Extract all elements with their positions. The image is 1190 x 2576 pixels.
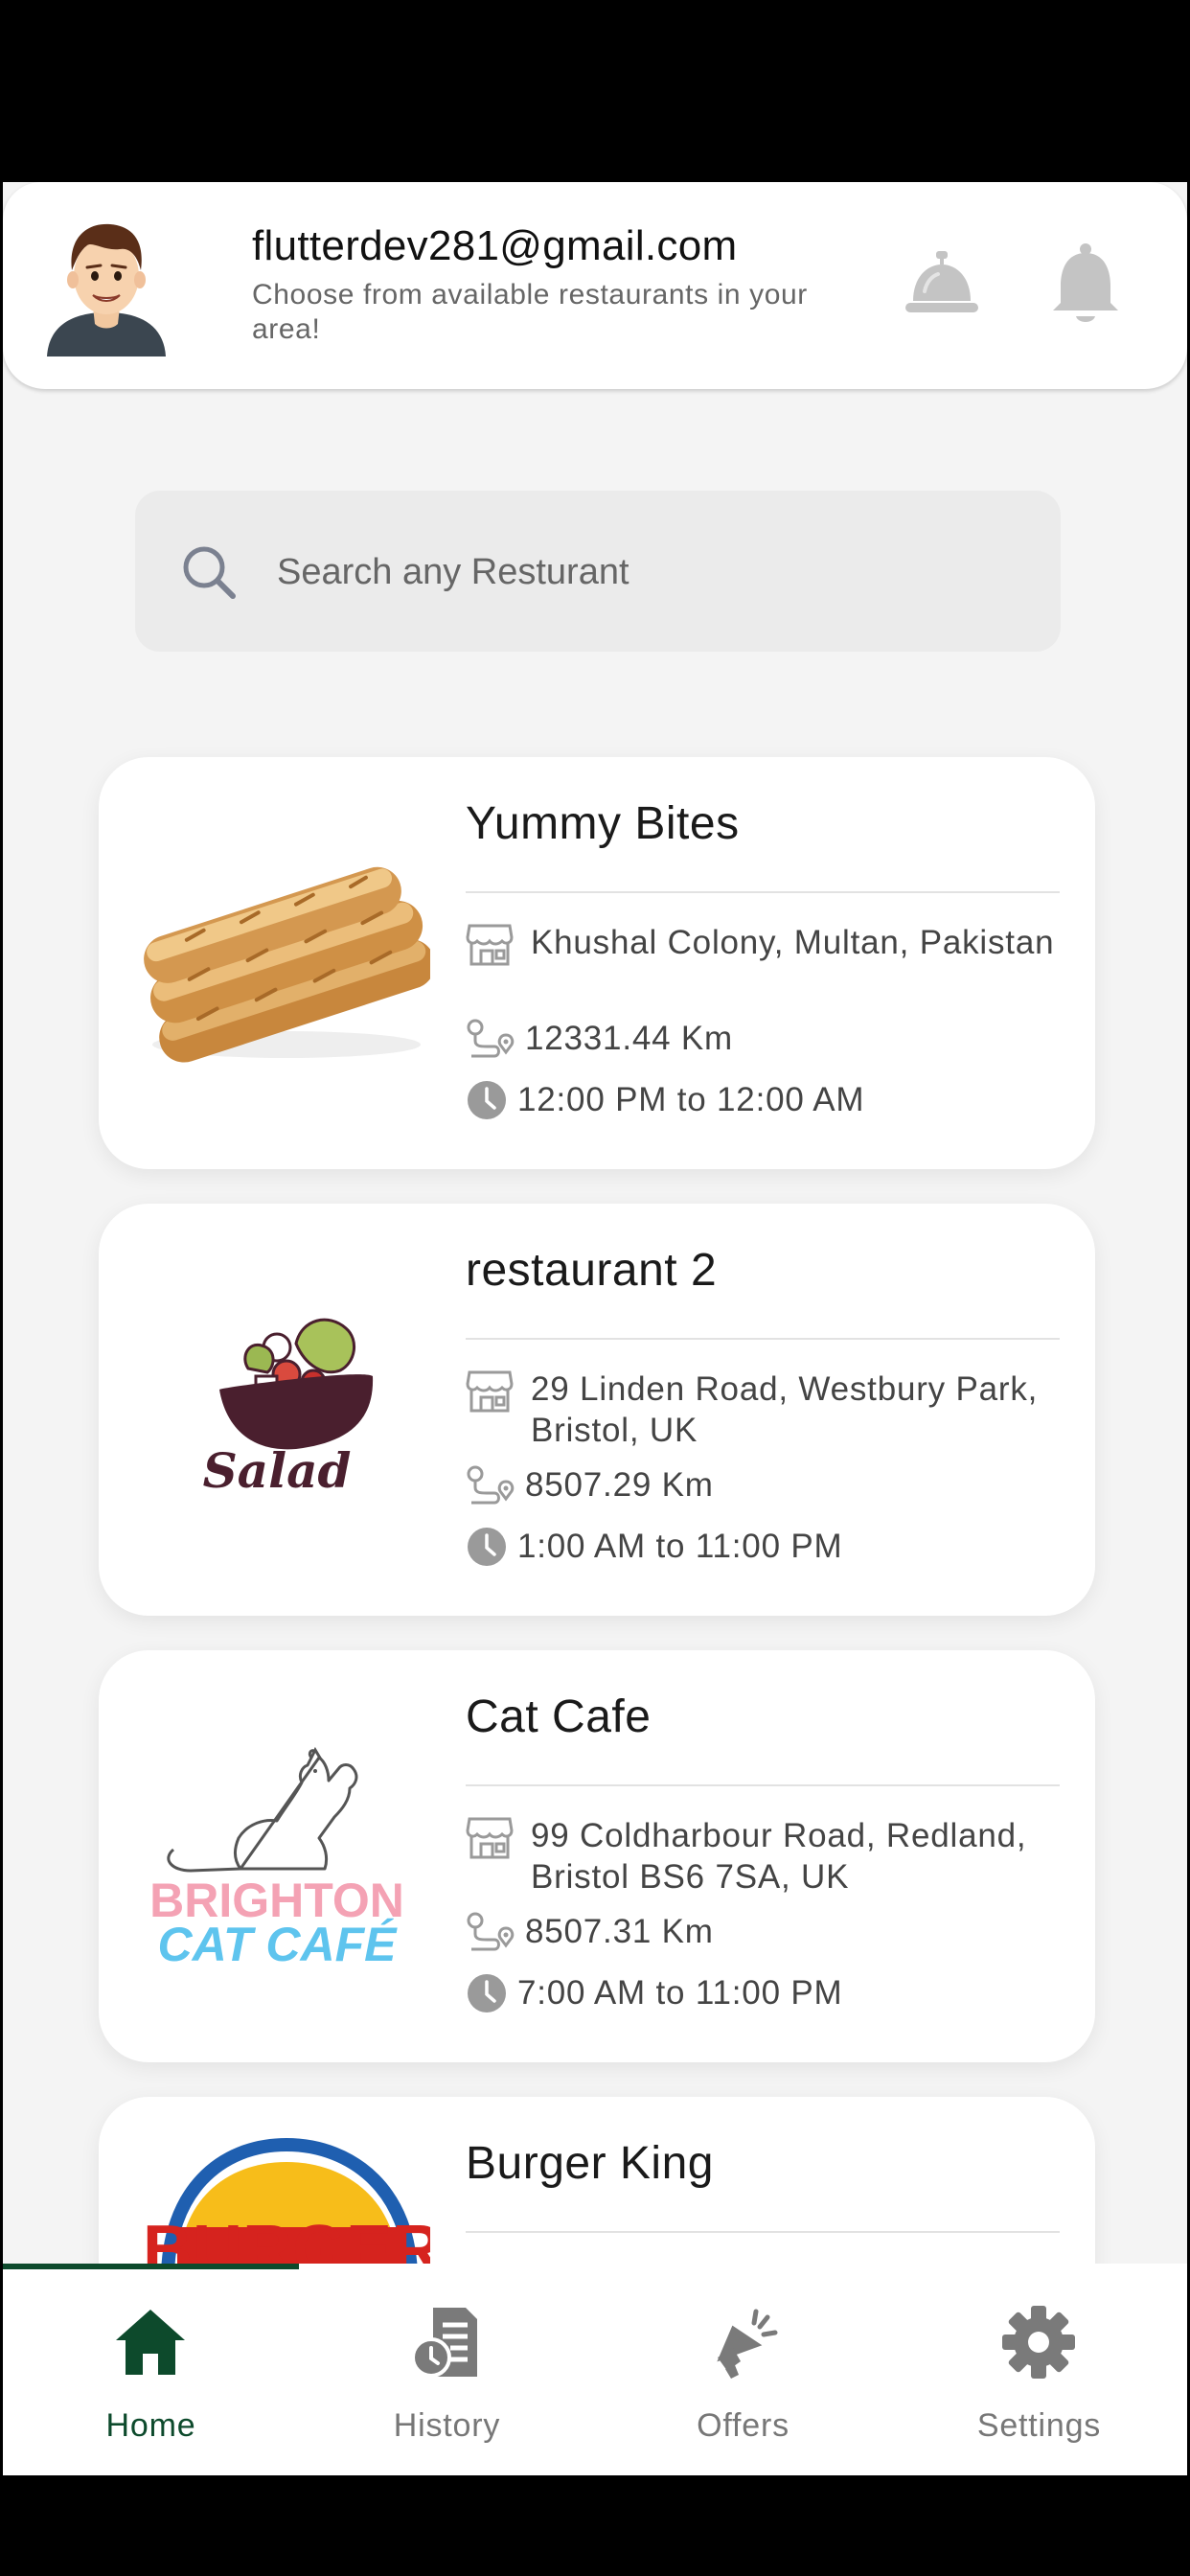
- header-subtitle: Choose from available restaurants in you…: [252, 279, 808, 345]
- restaurant-hours: 7:00 AM to 11:00 PM: [517, 1974, 843, 2012]
- address-row: 29 Linden Road, Westbury Park, Bristol, …: [466, 1368, 1087, 1451]
- restaurant-distance: 12331.44 Km: [525, 1020, 734, 1057]
- restaurant-distance: 8507.29 Km: [525, 1466, 714, 1504]
- store-icon: [466, 924, 514, 966]
- restaurant-name: Cat Cafe: [466, 1691, 652, 1742]
- nav-settings[interactable]: Settings: [891, 2264, 1187, 2475]
- search-icon: [183, 546, 236, 599]
- route-icon: [467, 1912, 515, 1951]
- device-frame: flutterdev281@gmail.com Choose from avai…: [3, 0, 1187, 2576]
- restaurant-image-baguettes: [144, 866, 430, 1063]
- hours-row: 12:00 PM to 12:00 AM: [466, 1079, 864, 1121]
- restaurant-name: restaurant 2: [466, 1245, 718, 1296]
- nav-history-label: History: [393, 2407, 501, 2444]
- settings-icon: [1002, 2306, 1075, 2379]
- address-row: 99 Coldharbour Road, Redland, Bristol BS…: [466, 1815, 1087, 1898]
- route-icon: [467, 1465, 515, 1505]
- home-icon: [116, 2310, 185, 2375]
- card-divider: [466, 1784, 1060, 1786]
- history-icon: [411, 2308, 477, 2378]
- notification-bell-icon[interactable]: [1047, 242, 1124, 328]
- restaurant-distance: 8507.31 Km: [525, 1913, 714, 1950]
- store-icon: [466, 1817, 514, 1859]
- clock-icon: [468, 1528, 506, 1566]
- restaurant-hours: 12:00 PM to 12:00 AM: [517, 1081, 865, 1118]
- route-icon: [467, 1019, 515, 1058]
- restaurant-card[interactable]: Salad restaurant 2 29 Linden Road, Westb…: [99, 1204, 1095, 1616]
- restaurant-image-salad-logo: Salad: [203, 1318, 374, 1499]
- card-divider: [466, 1338, 1060, 1340]
- restaurant-image-cat-cafe-logo: BRIGHTON CAT CAFÉ: [149, 1746, 404, 1966]
- user-email: flutterdev281@gmail.com: [252, 222, 738, 269]
- restaurant-name: Yummy Bites: [466, 798, 740, 849]
- nav-home-label: Home: [105, 2407, 196, 2444]
- clock-icon: [468, 1974, 506, 2012]
- nav-offers[interactable]: Offers: [595, 2264, 891, 2475]
- restaurant-address: 29 Linden Road, Westbury Park, Bristol, …: [531, 1370, 1039, 1449]
- nav-settings-label: Settings: [976, 2407, 1102, 2444]
- offers-icon: [717, 2309, 778, 2379]
- distance-row: 8507.31 Km: [466, 1911, 714, 1955]
- nav-home[interactable]: Home: [3, 2264, 299, 2475]
- cat-cafe-logo-line2: CAT CAFÉ: [157, 1918, 398, 1966]
- card-divider: [466, 891, 1060, 893]
- distance-row: 12331.44 Km: [466, 1018, 733, 1062]
- salad-logo-text: Salad: [203, 1442, 352, 1499]
- restaurant-address: 99 Coldharbour Road, Redland, Bristol BS…: [531, 1817, 1027, 1896]
- store-icon: [466, 1370, 514, 1413]
- app-screen: flutterdev281@gmail.com Choose from avai…: [3, 182, 1187, 2475]
- restaurant-address: Khushal Colony, Multan, Pakistan: [531, 924, 1055, 961]
- distance-row: 8507.29 Km: [466, 1464, 714, 1508]
- restaurant-card[interactable]: BRIGHTON CAT CAFÉ Cat Cafe 99 Coldharbou…: [99, 1650, 1095, 2062]
- nav-offers-label: Offers: [697, 2407, 790, 2444]
- restaurant-hours: 1:00 AM to 11:00 PM: [517, 1528, 843, 1565]
- search-bar[interactable]: [135, 491, 1061, 652]
- hours-row: 1:00 AM to 11:00 PM: [466, 1526, 842, 1568]
- user-avatar[interactable]: [43, 213, 170, 356]
- restaurant-card[interactable]: Yummy Bites Khushal Colony, Multan, Paki…: [99, 757, 1095, 1169]
- service-bell-icon[interactable]: [904, 249, 980, 318]
- card-divider: [466, 2231, 1060, 2233]
- restaurant-name: Burger King: [466, 2138, 714, 2189]
- hours-row: 7:00 AM to 11:00 PM: [466, 1972, 842, 2014]
- profile-header: flutterdev281@gmail.com Choose from avai…: [3, 182, 1187, 389]
- nav-history[interactable]: History: [299, 2264, 595, 2475]
- bottom-navigation: Home History Offers Settings: [3, 2264, 1187, 2475]
- address-row: Khushal Colony, Multan, Pakistan: [466, 922, 1087, 968]
- clock-icon: [468, 1081, 506, 1119]
- search-input[interactable]: [277, 539, 1024, 606]
